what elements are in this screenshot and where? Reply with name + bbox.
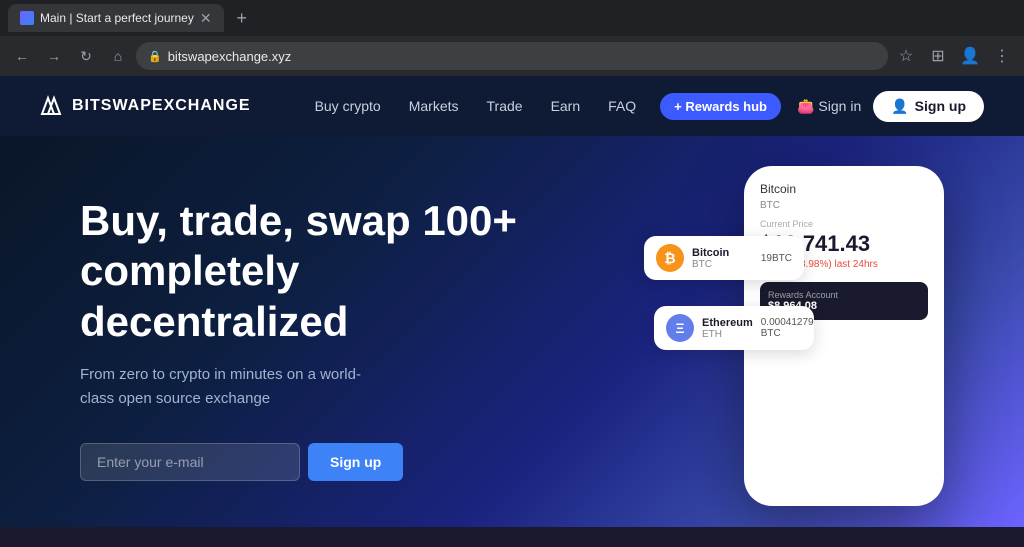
nav-auth: 👛 Sign in 👤 Sign up (797, 91, 984, 122)
user-icon: 👤 (891, 98, 908, 115)
hero-form: Sign up (80, 443, 560, 481)
nav-links: Buy crypto Markets Trade Earn FAQ (315, 98, 637, 114)
eth-name: Ethereum (702, 317, 753, 329)
phone-rewards-label: Rewards Account (768, 290, 920, 300)
hero-section: Buy, trade, swap 100+ completely decentr… (0, 136, 1024, 527)
signup-button[interactable]: 👤 Sign up (873, 91, 984, 122)
home-button[interactable]: ⌂ (104, 42, 132, 70)
phone-coin-symbol: BTC (760, 200, 928, 211)
logo[interactable]: BITSWAPEXCHANGE (40, 94, 251, 118)
btc-symbol: BTC (692, 259, 753, 270)
signin-button[interactable]: 👛 Sign in (797, 98, 861, 115)
tab-title: Main | Start a perfect journey (40, 11, 194, 25)
hero-subtitle: From zero to crypto in minutes on a worl… (80, 363, 380, 411)
phone-mockup-container: Bitcoin BTC Current Price $19,741.43 -78… (644, 156, 964, 527)
btc-value: 19BTC (761, 253, 792, 264)
nav-earn[interactable]: Earn (551, 98, 581, 114)
btc-info: Bitcoin BTC (692, 247, 753, 270)
reload-button[interactable]: ↻ (72, 42, 100, 70)
eth-info: Ethereum ETH (702, 317, 753, 340)
profile-icon[interactable]: 👤 (956, 42, 984, 70)
tab-bar: Main | Start a perfect journey ✕ + (0, 0, 1024, 36)
bitcoin-card: ₿ Bitcoin BTC 19BTC (644, 236, 804, 280)
btc-name: Bitcoin (692, 247, 753, 259)
nav-buy-crypto[interactable]: Buy crypto (315, 98, 381, 114)
nav-markets[interactable]: Markets (409, 98, 459, 114)
hero-signup-button[interactable]: Sign up (308, 443, 403, 481)
extension-icon[interactable]: ⊞ (924, 42, 952, 70)
tab-favicon (20, 11, 34, 25)
lock-icon: 🔒 (148, 50, 162, 63)
forward-button[interactable]: → (40, 42, 68, 70)
email-input[interactable] (80, 443, 300, 481)
bookmark-icon[interactable]: ☆ (892, 42, 920, 70)
new-tab-button[interactable]: + (228, 4, 256, 32)
logo-text: BITSWAPEXCHANGE (72, 97, 251, 115)
phone-coin-name: Bitcoin (760, 182, 928, 196)
browser-chrome: Main | Start a perfect journey ✕ + ← → ↻… (0, 0, 1024, 76)
navbar: BITSWAPEXCHANGE Buy crypto Markets Trade… (0, 76, 1024, 136)
back-button[interactable]: ← (8, 42, 36, 70)
address-bar[interactable]: 🔒 bitswapexchange.xyz (136, 42, 888, 70)
rewards-button[interactable]: + Rewards hub (660, 93, 781, 120)
eth-icon: Ξ (666, 314, 694, 342)
tab-close-button[interactable]: ✕ (200, 10, 212, 27)
logo-icon (40, 94, 64, 118)
hero-title: Buy, trade, swap 100+ completely decentr… (80, 196, 560, 347)
ethereum-card: Ξ Ethereum ETH 0.00041279 BTC (654, 306, 814, 350)
toolbar-right: ☆ ⊞ 👤 ⋮ (892, 42, 1016, 70)
page: BITSWAPEXCHANGE Buy crypto Markets Trade… (0, 76, 1024, 527)
nav-faq[interactable]: FAQ (608, 98, 636, 114)
url-text: bitswapexchange.xyz (168, 49, 876, 64)
hero-content: Buy, trade, swap 100+ completely decentr… (80, 196, 560, 481)
phone-price-label: Current Price (760, 219, 928, 229)
active-tab[interactable]: Main | Start a perfect journey ✕ (8, 4, 224, 32)
wallet-icon: 👛 (797, 98, 814, 115)
menu-icon[interactable]: ⋮ (988, 42, 1016, 70)
eth-value: 0.00041279 BTC (761, 317, 814, 339)
btc-icon: ₿ (656, 244, 684, 272)
browser-toolbar: ← → ↻ ⌂ 🔒 bitswapexchange.xyz ☆ ⊞ 👤 ⋮ (0, 36, 1024, 76)
nav-trade[interactable]: Trade (487, 98, 523, 114)
eth-symbol: ETH (702, 329, 753, 340)
